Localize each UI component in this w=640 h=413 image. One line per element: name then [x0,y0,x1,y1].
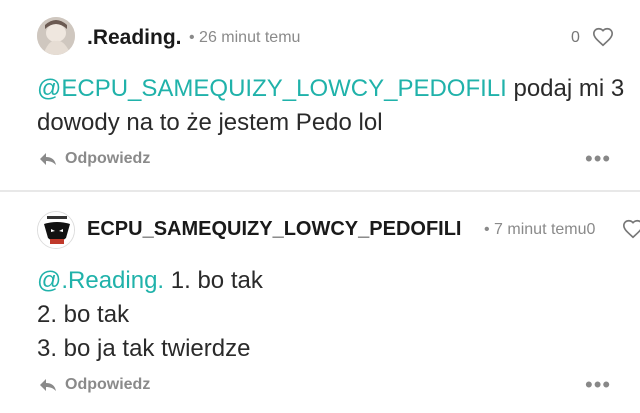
comment-line: 1. bo tak [164,267,263,294]
reply-label: Odpowiedz [65,150,151,167]
comment-ecpu: ECPU_SAMEQUIZY_LOWCY_PEDOFILI • 7 minut … [0,192,640,413]
reply-button[interactable]: Odpowiedz [39,376,150,394]
user-mention[interactable]: @.Reading. [37,267,164,294]
comment-body: @ECPU_SAMEQUIZY_LOWCY_PEDOFILI podaj mi … [37,72,627,140]
user-mention[interactable]: @ECPU_SAMEQUIZY_LOWCY_PEDOFILI [37,75,507,102]
comment-timestamp: • 26 minut temu [189,29,301,46]
avatar[interactable] [37,211,75,249]
avatar[interactable] [37,17,75,55]
comment-reading: .Reading. • 26 minut temu 0 @ECPU_SAMEQU… [0,0,640,190]
reply-button[interactable]: Odpowiedz [39,150,150,168]
comment-line: 2. bo tak [37,301,130,328]
comment-username[interactable]: .Reading. [87,26,182,50]
comment-line: 3. bo ja tak twierdze [37,335,251,362]
comment-timestamp: • 7 minut temu0 [484,221,596,238]
comment-username[interactable]: ECPU_SAMEQUIZY_LOWCY_PEDOFILI [87,218,462,241]
reply-label: Odpowiedz [65,376,151,393]
heart-outline-icon[interactable] [592,26,614,48]
comment-body: @.Reading. 1. bo tak 2. bo tak 3. bo ja … [37,264,627,366]
avatar-image-icon [37,17,75,55]
reply-arrow-icon [40,153,56,165]
heart-outline-icon[interactable] [622,218,640,240]
more-options-button[interactable]: ••• [585,372,611,398]
like-count: 0 [571,29,580,46]
avatar-image-icon [38,212,74,248]
reply-arrow-icon [40,379,56,391]
more-options-button[interactable]: ••• [585,146,611,172]
